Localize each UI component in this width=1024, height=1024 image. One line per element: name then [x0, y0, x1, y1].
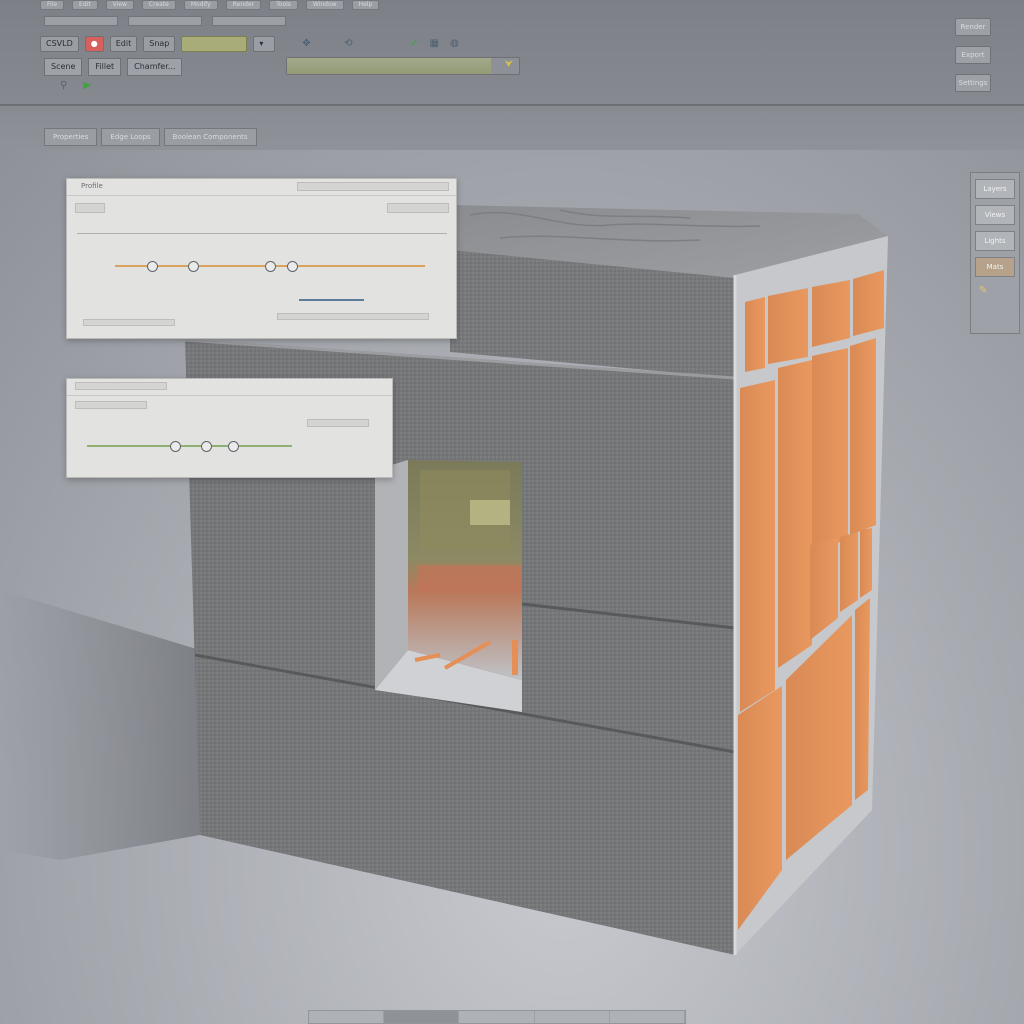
slider-knob[interactable]	[170, 441, 182, 452]
main-toolbar: CSVLD ● Edit Snap ▾ ✥ ⟲ ✓ ▦ ◍	[40, 36, 461, 52]
right-button-group: Render Export Settings	[955, 18, 991, 92]
grid-icon[interactable]: ▦	[427, 37, 441, 51]
curve-dialog	[66, 378, 393, 478]
menu-slot[interactable]	[128, 16, 202, 26]
dialog-field[interactable]	[83, 319, 175, 326]
menu-item-modify[interactable]: Modify	[183, 0, 218, 10]
globe-icon[interactable]: ◍	[447, 37, 461, 51]
dialog-field[interactable]	[307, 419, 369, 427]
status-segment[interactable]	[535, 1011, 610, 1023]
status-bar	[308, 1010, 686, 1024]
side-panel-mats[interactable]: Mats	[975, 257, 1015, 277]
check-icon[interactable]: ✓	[407, 37, 421, 51]
move-icon[interactable]: ✥	[299, 37, 313, 51]
side-panel	[853, 270, 884, 336]
side-panel	[778, 360, 812, 668]
dialog-title-field[interactable]	[297, 182, 449, 191]
side-panel	[812, 348, 848, 550]
side-panel-lights[interactable]: Lights	[975, 231, 1015, 251]
slider-track[interactable]	[87, 445, 292, 447]
dropdown-button[interactable]: ▾	[253, 36, 276, 52]
menu-item-file[interactable]: File	[40, 0, 65, 10]
units-button[interactable]: CSVLD	[40, 36, 79, 52]
progress-arrow-icon[interactable]: ⮟	[505, 59, 514, 70]
side-panel	[860, 528, 872, 598]
dialog-field[interactable]	[387, 203, 449, 213]
dialog-field[interactable]	[75, 203, 105, 213]
slider-knob[interactable]	[265, 261, 276, 272]
status-segment[interactable]	[384, 1011, 460, 1023]
material-icon[interactable]: ✎	[979, 285, 1019, 296]
play-icon[interactable]: ▶	[83, 80, 91, 91]
side-panel-layers[interactable]: Layers	[975, 179, 1015, 199]
window-recess-left	[375, 460, 408, 690]
tab-fillet[interactable]: Fillet	[88, 58, 122, 76]
side-panel	[840, 532, 858, 612]
dialog-title-field[interactable]	[75, 382, 167, 390]
render-button[interactable]: Render	[955, 18, 991, 36]
status-segment[interactable]	[309, 1011, 385, 1023]
dialog-field[interactable]	[75, 401, 147, 409]
export-button[interactable]: Export	[955, 46, 991, 64]
menu-item-help[interactable]: Help	[351, 0, 380, 10]
record-button[interactable]: ●	[84, 36, 104, 52]
status-segment[interactable]	[459, 1011, 535, 1023]
main-toolbar-area: File Edit View Create Modify Render Tool…	[0, 0, 1024, 106]
tab-properties[interactable]: Properties	[44, 128, 98, 146]
secondary-menu-row	[44, 16, 286, 26]
menu-item-create[interactable]: Create	[141, 0, 176, 10]
menu-item-tools[interactable]: Tools	[269, 0, 298, 10]
dialog-field[interactable]	[277, 313, 429, 320]
side-panel	[745, 297, 765, 372]
progress-fill	[287, 58, 492, 74]
side-panel	[768, 288, 808, 364]
tab-edge-loops[interactable]: Edge Loops	[101, 128, 160, 146]
side-panel	[740, 380, 775, 712]
menu-item-view[interactable]: View	[105, 0, 134, 10]
slider-knob[interactable]	[187, 261, 199, 272]
status-segment[interactable]	[610, 1011, 686, 1023]
sub-toolbar: Properties Edge Loops Boolean Components	[0, 106, 1024, 150]
pin-icon[interactable]: ⚲	[60, 80, 67, 91]
window-furniture	[418, 565, 522, 593]
side-panel	[812, 280, 850, 347]
ground-shadow	[0, 590, 200, 860]
progress-bar: ⮟	[286, 57, 520, 75]
menu-bar: File Edit View Create Modify Render Tool…	[40, 0, 380, 10]
secondary-track[interactable]	[299, 299, 364, 301]
highlighted-field[interactable]	[181, 36, 248, 52]
menu-slot[interactable]	[212, 16, 286, 26]
tab-boolean-components[interactable]: Boolean Components	[163, 128, 257, 146]
slider-knob[interactable]	[227, 441, 239, 452]
tab-scene[interactable]: Scene	[44, 58, 83, 76]
menu-item-render[interactable]: Render	[225, 0, 262, 10]
menu-item-edit[interactable]: Edit	[72, 0, 98, 10]
dialog-title: Profile	[81, 182, 103, 190]
side-panel-views[interactable]: Views	[975, 205, 1015, 225]
window-shelf-light	[470, 500, 510, 525]
status-icons-row: ⚲ ▶	[60, 80, 91, 91]
menu-item-window[interactable]: Window	[305, 0, 344, 10]
tab-row: Scene Fillet Chamfer...	[44, 58, 183, 76]
side-panel	[850, 338, 876, 535]
dialog-divider	[77, 233, 447, 234]
mode-button[interactable]: Edit	[109, 36, 138, 52]
sub-tab-row: Properties Edge Loops Boolean Components	[44, 128, 257, 146]
slider-knob[interactable]	[200, 441, 212, 452]
profile-dialog: Profile	[66, 178, 457, 339]
settings-button[interactable]: Settings	[955, 74, 991, 92]
rotate-icon[interactable]: ⟲	[341, 37, 355, 51]
slider-knob[interactable]	[147, 261, 159, 272]
side-tool-panel: Layers Views Lights Mats ✎	[970, 172, 1020, 334]
slider-knob[interactable]	[286, 261, 298, 272]
side-panel	[855, 598, 870, 800]
menu-slot[interactable]	[44, 16, 118, 26]
snap-button[interactable]: Snap	[143, 36, 176, 52]
tab-chamfer[interactable]: Chamfer...	[127, 58, 183, 76]
